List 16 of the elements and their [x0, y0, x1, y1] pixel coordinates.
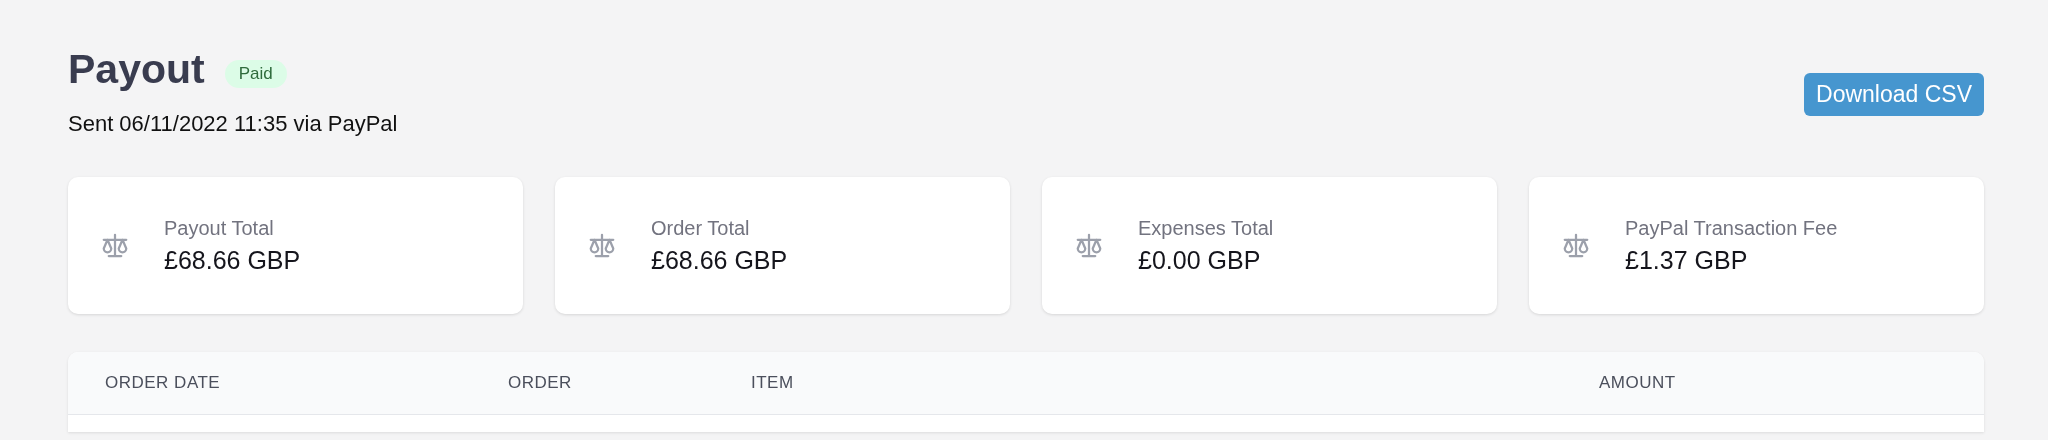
status-badge: Paid — [224, 59, 287, 88]
column-header: ORDER — [508, 373, 573, 393]
payout-subtitle: Sent 06/11/2022 11:35 via PayPal — [68, 111, 398, 137]
column-header: ITEM — [751, 373, 795, 393]
page-title: Payout — [68, 46, 205, 93]
download-button[interactable]: Download CSV — [1804, 73, 1984, 116]
stat-label: Payout Total — [164, 216, 275, 240]
stat-value: £68.66 GBP — [164, 245, 301, 275]
stat-value: £1.37 GBP — [1625, 245, 1749, 275]
stat-value: £0.00 GBP — [1138, 245, 1262, 275]
stat-label: PayPal Transaction Fee — [1625, 216, 1838, 240]
stat-label: Order Total — [651, 216, 751, 240]
column-header: AMOUNT — [1599, 373, 1677, 393]
stat-value: £68.66 GBP — [651, 245, 788, 275]
column-header: ORDER DATE — [105, 373, 222, 393]
stat-label: Expenses Total — [1138, 216, 1274, 240]
